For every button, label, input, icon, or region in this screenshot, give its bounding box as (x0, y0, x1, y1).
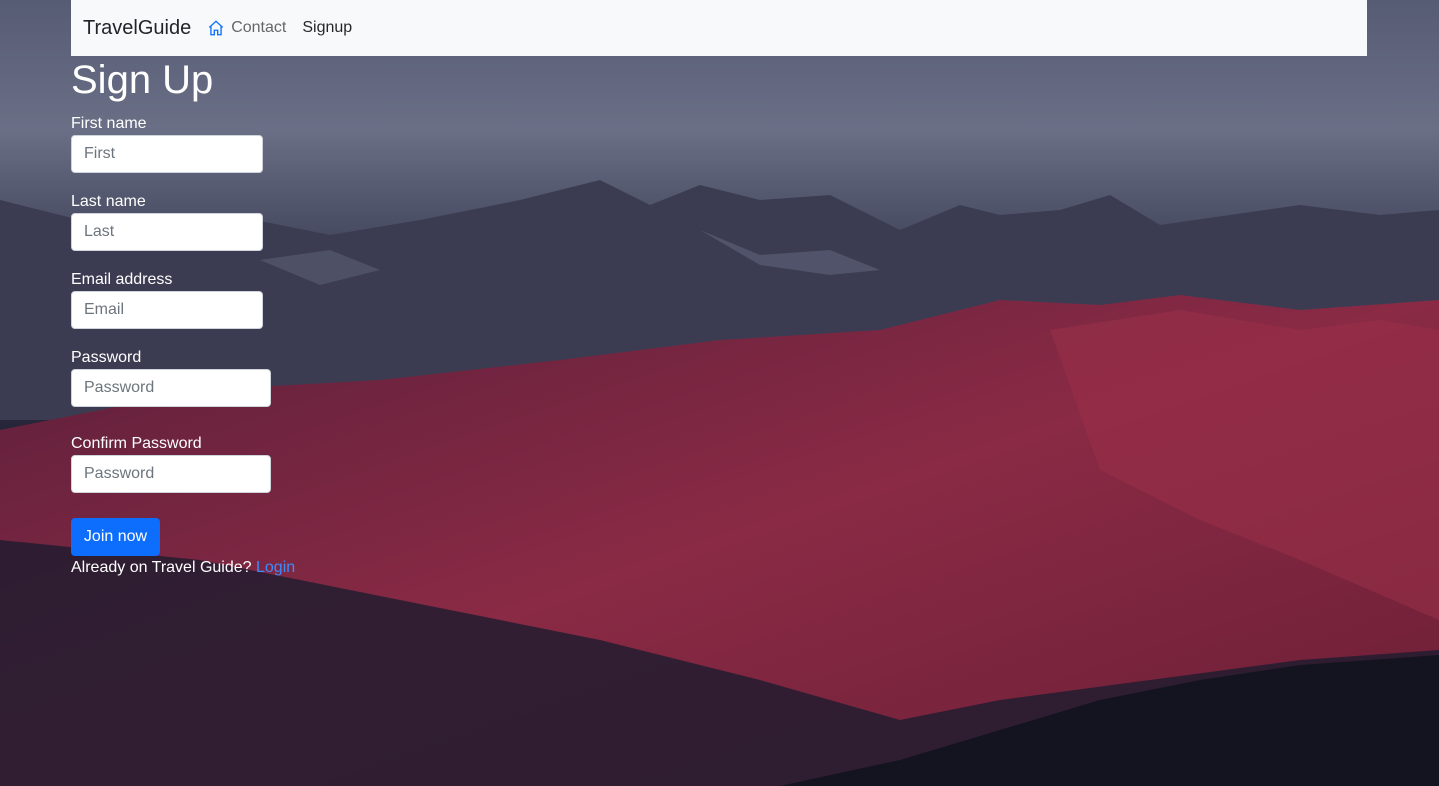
join-now-button[interactable]: Join now (71, 518, 160, 556)
home-icon[interactable] (207, 19, 225, 37)
email-group: Email address (71, 269, 263, 329)
login-prompt-text: Already on Travel Guide? (71, 559, 256, 576)
first-name-label: First name (71, 115, 147, 132)
email-label: Email address (71, 271, 173, 288)
last-name-input[interactable] (71, 213, 263, 251)
confirm-password-input[interactable] (71, 455, 271, 493)
confirm-password-group: Confirm Password (71, 433, 271, 493)
password-group: Password (71, 347, 271, 407)
password-label: Password (71, 349, 142, 366)
signup-form: Sign Up First name Last name Email addre… (71, 56, 295, 576)
first-name-group: First name (71, 113, 263, 173)
last-name-label: Last name (71, 193, 146, 210)
password-input[interactable] (71, 369, 271, 407)
nav-link-contact[interactable]: Contact (231, 19, 286, 37)
confirm-password-label: Confirm Password (71, 435, 202, 452)
last-name-group: Last name (71, 191, 263, 251)
nav-link-signup[interactable]: Signup (302, 19, 352, 37)
email-input[interactable] (71, 291, 263, 329)
first-name-input[interactable] (71, 135, 263, 173)
navbar: TravelGuide Contact Signup (71, 0, 1367, 56)
login-link[interactable]: Login (256, 559, 295, 576)
page-title: Sign Up (71, 58, 214, 102)
brand-link[interactable]: TravelGuide (83, 17, 191, 40)
login-prompt: Already on Travel Guide? Login (71, 557, 295, 579)
